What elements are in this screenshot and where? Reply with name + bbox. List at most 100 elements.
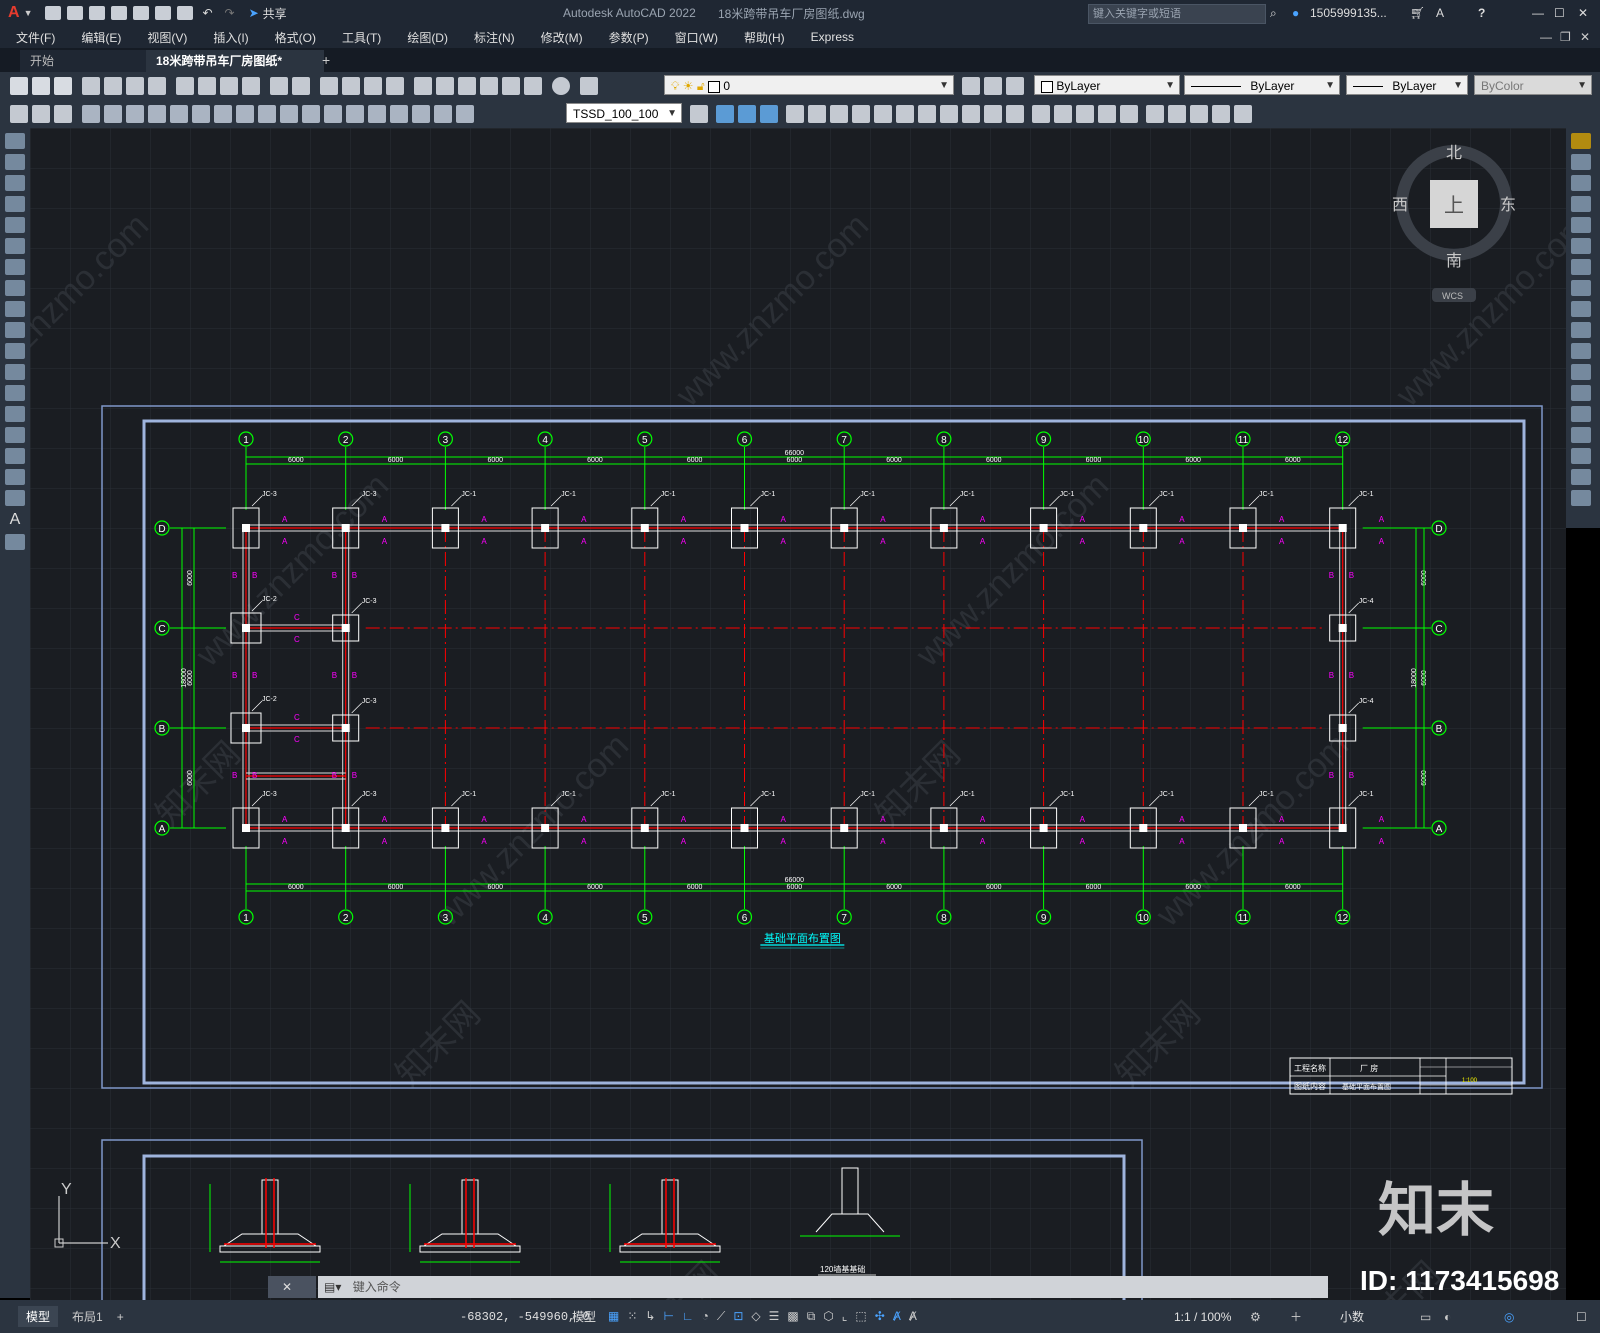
copy-object-icon[interactable] xyxy=(808,105,826,123)
cut-icon[interactable] xyxy=(176,77,194,95)
move-icon[interactable] xyxy=(896,105,914,123)
layer-state-icon[interactable] xyxy=(1006,77,1024,95)
dim-edit-icon[interactable] xyxy=(412,105,430,123)
mirror-icon[interactable] xyxy=(830,105,848,123)
minimize-button[interactable]: — xyxy=(1532,6,1544,20)
spline-icon[interactable] xyxy=(5,301,25,317)
dim-update-icon[interactable] xyxy=(456,105,474,123)
layout-tab-model[interactable]: 模型 xyxy=(18,1306,59,1327)
polyline-icon[interactable] xyxy=(5,175,25,191)
maximize-button[interactable]: ☐ xyxy=(1554,6,1565,20)
clean-screen-icon[interactable]: ☐ xyxy=(1576,1310,1587,1324)
doc-minimize-button[interactable]: — xyxy=(1540,30,1552,44)
tab-drawing[interactable]: 18米跨带吊车厂房图纸* xyxy=(146,50,324,72)
menu-file[interactable]: 文件(F) xyxy=(16,29,55,46)
extend-icon[interactable] xyxy=(1006,105,1024,123)
viewcube-west[interactable]: 西 xyxy=(1392,197,1408,214)
new-tab-button[interactable]: + xyxy=(322,52,330,68)
user-name[interactable]: 1505999135... xyxy=(1310,6,1387,20)
menu-parametric[interactable]: 参数(P) xyxy=(609,29,649,46)
sheet-set-icon[interactable] xyxy=(480,77,498,95)
block-editor-icon[interactable] xyxy=(1190,105,1208,123)
hardware-acceleration-icon[interactable]: ◎ xyxy=(1504,1310,1514,1324)
chamfer-icon[interactable] xyxy=(1076,105,1094,123)
isolate-objects-icon[interactable]: ◐ xyxy=(1444,1310,1451,1324)
break-side-icon[interactable] xyxy=(1571,385,1591,401)
chamfer-side-icon[interactable] xyxy=(1571,427,1591,443)
menu-help[interactable]: 帮助(H) xyxy=(744,29,785,46)
copy-icon[interactable] xyxy=(198,77,216,95)
break-icon[interactable] xyxy=(1032,105,1050,123)
plot-icon[interactable] xyxy=(82,77,100,95)
save-as-icon[interactable] xyxy=(111,6,128,20)
ordinate-dim-icon[interactable] xyxy=(148,105,166,123)
selection-cycling-icon[interactable]: ⧉ xyxy=(807,1309,816,1324)
grid-toggle-icon[interactable]: ▦ xyxy=(608,1309,619,1324)
object-snap-icon[interactable]: ◇ xyxy=(751,1309,760,1324)
command-input[interactable]: ▤▾ 键入命令 xyxy=(318,1276,1328,1298)
blend-side-icon[interactable] xyxy=(1571,469,1591,485)
qnew-icon[interactable] xyxy=(10,77,28,95)
cart-icon[interactable]: 🛒︎ xyxy=(1410,6,1425,20)
rotate-icon[interactable] xyxy=(918,105,936,123)
transparency-icon[interactable]: ▩ xyxy=(787,1309,798,1324)
tolerance-icon[interactable] xyxy=(346,105,364,123)
angular-dim-icon[interactable] xyxy=(236,105,254,123)
radius-dim-icon[interactable] xyxy=(170,105,188,123)
paste-icon[interactable] xyxy=(220,77,238,95)
search-icon[interactable]: ⌕ xyxy=(1270,6,1277,21)
join-icon[interactable] xyxy=(1054,105,1072,123)
circle-icon[interactable] xyxy=(5,259,25,275)
doc-restore-button[interactable]: ❐ xyxy=(1560,30,1571,44)
fillet-side-icon[interactable] xyxy=(1571,448,1591,464)
color-dropdown[interactable]: ByLayer ▼ xyxy=(1034,75,1180,95)
print-icon[interactable] xyxy=(177,6,194,20)
dim-text-edit-icon[interactable] xyxy=(434,105,452,123)
model-space-toggle[interactable]: 模型 xyxy=(572,1308,596,1325)
doc-close-button[interactable]: ✕ xyxy=(1580,30,1590,44)
line-icon[interactable] xyxy=(5,133,25,149)
arc-length-icon[interactable] xyxy=(126,105,144,123)
fillet-icon[interactable] xyxy=(1098,105,1116,123)
command-close-icon[interactable]: ✕ xyxy=(282,1280,292,1294)
design-center-icon[interactable] xyxy=(436,77,454,95)
stretch-side-icon[interactable] xyxy=(1571,301,1591,317)
markup-icon[interactable] xyxy=(502,77,520,95)
dimstyle-manager-icon[interactable] xyxy=(690,105,708,123)
layer-dropdown[interactable]: 💡︎ ☀ 🔓︎ 0 ▼ xyxy=(664,75,954,95)
mtext-icon[interactable]: A xyxy=(0,511,30,529)
3d-osnap-icon[interactable]: ⬡ xyxy=(823,1309,833,1324)
workspace-gear-icon[interactable]: ⚙ xyxy=(1250,1310,1261,1324)
construction-line-icon[interactable] xyxy=(5,154,25,170)
match-properties-icon[interactable] xyxy=(242,77,260,95)
gradient-icon[interactable] xyxy=(5,448,25,464)
xref-icon[interactable] xyxy=(1234,105,1252,123)
ellipse-icon[interactable] xyxy=(5,322,25,338)
web-open-icon[interactable] xyxy=(133,6,150,20)
wcs-label[interactable]: WCS xyxy=(1442,291,1463,301)
scale-icon[interactable] xyxy=(940,105,958,123)
zoom-previous-icon[interactable] xyxy=(386,77,404,95)
make-block-icon[interactable] xyxy=(5,385,25,401)
explode-side-icon[interactable] xyxy=(1571,490,1591,506)
hatch-icon[interactable] xyxy=(5,427,25,443)
menu-modify[interactable]: 修改(M) xyxy=(541,29,583,46)
undo-icon[interactable]: ↶ xyxy=(202,6,212,20)
ungroup-icon[interactable] xyxy=(738,105,756,123)
zoom-realtime-icon[interactable] xyxy=(342,77,360,95)
polar-tracking-icon[interactable]: ◔ xyxy=(702,1309,709,1324)
quick-properties-icon[interactable]: ▭ xyxy=(1420,1310,1431,1324)
linear-dim-icon[interactable] xyxy=(82,105,100,123)
ortho-toggle-icon[interactable]: ∟ xyxy=(682,1309,694,1324)
layer-on-icon[interactable]: 💡︎ xyxy=(671,79,679,93)
tool-palettes-icon[interactable] xyxy=(458,77,476,95)
copy-side-icon[interactable] xyxy=(1571,154,1591,170)
redo-icon[interactable]: ↷ xyxy=(225,6,235,20)
save-icon[interactable] xyxy=(89,6,106,20)
stretch-icon[interactable] xyxy=(962,105,980,123)
layer-thaw-icon[interactable]: ☀ xyxy=(683,79,694,93)
region-icon[interactable] xyxy=(5,469,25,485)
group-icon[interactable] xyxy=(716,105,734,123)
dimstyle-dropdown[interactable]: TSSD_100_100 ▼ xyxy=(566,103,682,123)
web-save-icon[interactable] xyxy=(155,6,172,20)
